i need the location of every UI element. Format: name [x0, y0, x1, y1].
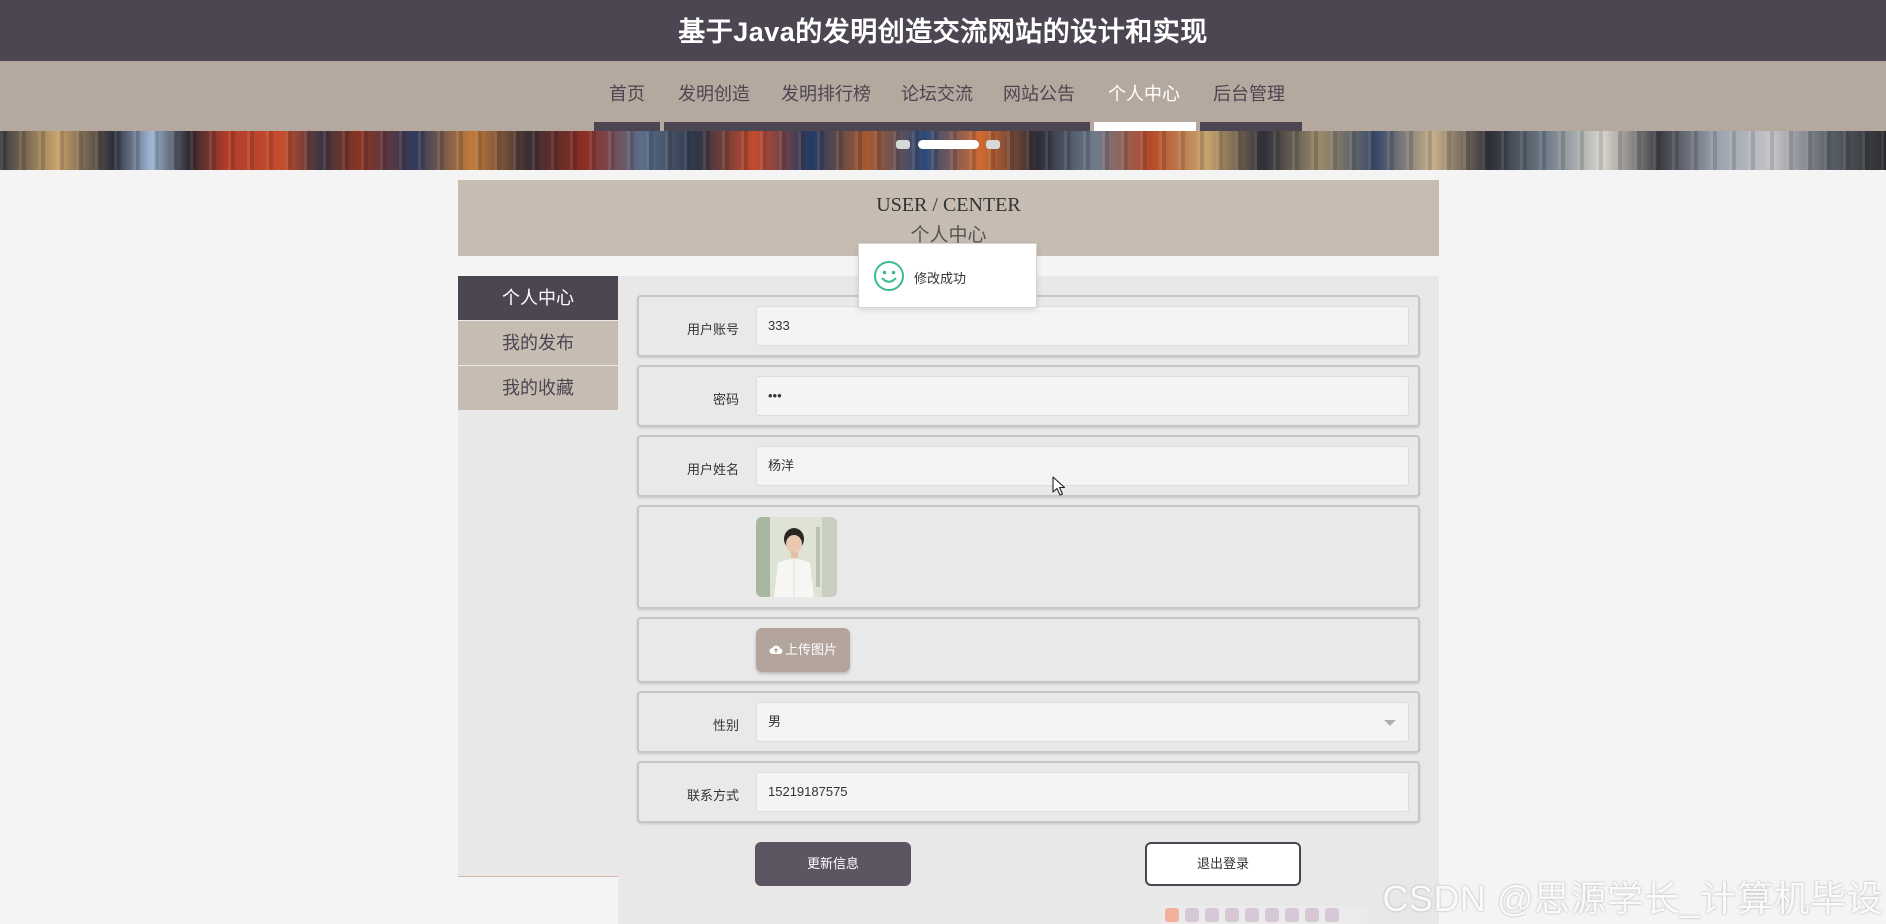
- phone-label: 联系方式: [686, 788, 739, 803]
- section-title-en: USER / CENTER: [876, 194, 1021, 216]
- sidebar-item-my-posts[interactable]: 我的发布: [458, 321, 618, 365]
- name-label: 用户姓名: [686, 462, 739, 477]
- form-row-password: 密码 •••: [637, 365, 1420, 427]
- account-label: 用户账号: [686, 322, 739, 337]
- gender-label: 性别: [712, 718, 739, 733]
- nav-invention-ranking[interactable]: 发明排行榜: [781, 80, 871, 106]
- form-row-avatar: [637, 505, 1420, 609]
- ime-shirt-icon: [1305, 908, 1319, 922]
- ime-lang-icon: [1185, 908, 1199, 922]
- sidebar-item-user-center[interactable]: 个人中心: [458, 276, 618, 320]
- phone-input[interactable]: 15219187575: [756, 772, 1409, 812]
- upload-image-button[interactable]: 上传图片: [756, 628, 850, 672]
- site-title: 基于Java的发明创造交流网站的设计和实现: [678, 17, 1208, 47]
- ime-gear-icon: [1325, 908, 1339, 922]
- nav-underline: [664, 122, 1090, 131]
- nav-inventions[interactable]: 发明创造: [678, 80, 750, 106]
- form-row-upload: 上传图片: [637, 617, 1420, 683]
- carousel-dot-active[interactable]: [918, 140, 979, 149]
- upload-image-label: 上传图片: [784, 642, 837, 657]
- gender-select[interactable]: 男: [756, 702, 1409, 742]
- carousel-dot[interactable]: [896, 140, 910, 149]
- nav-admin[interactable]: 后台管理: [1213, 80, 1285, 106]
- ime-dots-icon: [1225, 908, 1239, 922]
- name-input[interactable]: 杨洋: [756, 446, 1409, 486]
- ime-moon-icon: [1205, 908, 1219, 922]
- password-input[interactable]: •••: [756, 376, 1409, 416]
- nav-underline-active: [1094, 122, 1196, 131]
- main-nav: 首页 发明创造 发明排行榜 论坛交流 网站公告 个人中心 后台管理: [0, 61, 1886, 131]
- mouse-cursor-icon: [1052, 476, 1066, 496]
- account-input[interactable]: 333: [756, 306, 1409, 346]
- password-label: 密码: [712, 392, 739, 407]
- gender-value: 男: [768, 714, 782, 729]
- success-toast: 修改成功: [858, 243, 1037, 308]
- smile-icon: [874, 261, 904, 291]
- ime-toolbar: [1162, 906, 1367, 924]
- nav-home[interactable]: 首页: [609, 80, 645, 106]
- nav-user-center[interactable]: 个人中心: [1108, 80, 1180, 106]
- update-info-button[interactable]: 更新信息: [755, 842, 911, 886]
- banner-image: [0, 131, 1886, 170]
- cloud-upload-icon: [769, 630, 783, 674]
- sidebar-footer: [458, 877, 618, 924]
- form-row-phone: 联系方式 15219187575: [637, 761, 1420, 823]
- nav-underline: [1200, 122, 1302, 131]
- nav-forum[interactable]: 论坛交流: [901, 80, 973, 106]
- sidebar-item-my-favorites[interactable]: 我的收藏: [458, 366, 618, 410]
- banner-carousel: [0, 131, 1886, 170]
- ime-keyboard-icon: [1245, 908, 1259, 922]
- carousel-dot[interactable]: [986, 140, 1000, 149]
- avatar-photo: [756, 517, 837, 597]
- nav-underline: [594, 122, 660, 131]
- chevron-down-icon: [1384, 720, 1396, 726]
- toast-message: 修改成功: [914, 271, 967, 286]
- site-header: 基于Java的发明创造交流网站的设计和实现: [0, 0, 1886, 61]
- sidebar: 个人中心 我的发布 我的收藏: [458, 276, 618, 876]
- avatar[interactable]: [756, 517, 837, 597]
- watermark: CSDN @思源学长_计算机毕设: [1382, 878, 1883, 919]
- ime-user-icon: [1265, 908, 1279, 922]
- form-row-name: 用户姓名 杨洋: [637, 435, 1420, 497]
- nav-announcements[interactable]: 网站公告: [1003, 80, 1075, 106]
- ime-grid-icon: [1285, 908, 1299, 922]
- ime-logo-icon: [1165, 908, 1179, 922]
- form-row-gender: 性别 男: [637, 691, 1420, 753]
- logout-button[interactable]: 退出登录: [1145, 842, 1301, 886]
